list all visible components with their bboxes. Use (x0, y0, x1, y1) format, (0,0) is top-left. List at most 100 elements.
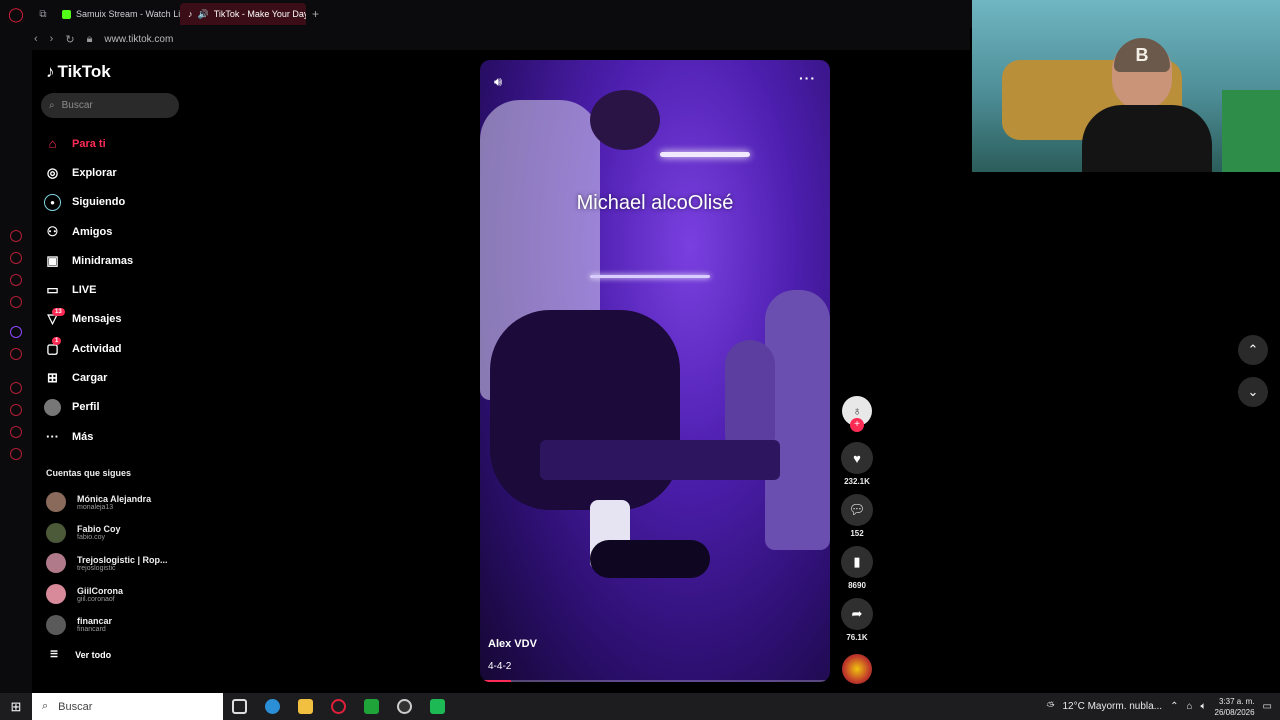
creator-avatar[interactable]: ♁ + (842, 396, 872, 432)
store-icon[interactable] (421, 693, 454, 720)
follow-plus-icon[interactable]: + (850, 418, 864, 432)
search-icon: ⌕ (49, 100, 55, 111)
sidebar-item-label: Actividad (72, 342, 122, 355)
xbox-icon[interactable] (355, 693, 388, 720)
music-disc-icon[interactable] (842, 654, 872, 684)
comment-button[interactable]: 💬︎ (841, 494, 873, 526)
sidebar-item-label: Mensajes (72, 313, 122, 326)
video-player[interactable]: 🔊︎ ··· Michael alcoOlisé Alex VDV 4-4-2 (480, 60, 830, 682)
profile-icon (44, 398, 61, 416)
video-author[interactable]: Alex VDV (488, 638, 537, 650)
see-all-link[interactable]: ☰ Ver todo (50, 649, 111, 660)
url-text[interactable]: www.tiktok.com (104, 34, 173, 45)
next-video-button[interactable]: ⌄ (1238, 377, 1268, 407)
sidebar-item-perfil[interactable]: Perfil (44, 393, 133, 422)
volume-icon[interactable]: 🔈︎ (1201, 701, 1207, 712)
sidebar-item-cargar[interactable]: ⊞ Cargar (44, 363, 133, 392)
sidebar-item-para-ti[interactable]: ⌂ Para ti (44, 129, 133, 158)
account-handle: giil.coronaof (77, 595, 115, 603)
list-item[interactable]: Mónica Alejandra monaleja13 (46, 487, 173, 518)
file-explorer-icon[interactable] (289, 693, 322, 720)
avatar (46, 553, 66, 574)
save-button[interactable]: ▮ (841, 546, 873, 578)
sidebar-item-label: Para ti (72, 137, 106, 150)
sidebar-item-amigos[interactable]: ⚇ Amigos (44, 217, 133, 246)
sidebar: ♪ TikTok ⌕ Buscar ⌂ Para ti ◎ Explorar ●… (32, 50, 192, 693)
more-options-icon[interactable]: ··· (799, 70, 816, 86)
clock[interactable]: 3:37 a. m. 26/08/2026 (1215, 696, 1255, 718)
workspace-icon[interactable]: ⧉ (32, 0, 54, 28)
chevron-up-icon[interactable]: ⌃ (1170, 701, 1178, 712)
sidebar-item-actividad[interactable]: ▢ 1 Actividad (44, 334, 133, 363)
tab-label: TikTok - Make Your Day (213, 9, 306, 19)
network-icon[interactable]: ⌂ (1186, 701, 1192, 712)
shirt-shape (1082, 105, 1212, 172)
weather-icon[interactable]: ⛅︎ (1046, 701, 1054, 712)
settings-icon[interactable] (10, 448, 22, 460)
edge-icon[interactable] (256, 693, 289, 720)
live-icon: ▭ (46, 282, 59, 298)
account-handle: trejoslogistic (77, 564, 116, 572)
sidebar-item-label: LIVE (72, 284, 97, 297)
search-input[interactable]: ⌕ Buscar (41, 93, 179, 118)
back-icon[interactable]: ‹ (34, 33, 38, 45)
list-item[interactable]: Trejoslogistic | Rop... trejoslogistic (46, 548, 173, 579)
sidebar-item-siguiendo[interactable]: ● Siguiendo (44, 188, 133, 217)
sidebar-item-label: Más (72, 430, 94, 443)
share-button[interactable]: ➦ (841, 598, 873, 630)
sidebar-item-mensajes[interactable]: ▽ 13 Mensajes (44, 305, 133, 334)
opera-icon[interactable]: ◯ (0, 0, 32, 28)
sidebar-item-minidramas[interactable]: ▣ Minidramas (44, 246, 133, 275)
heart-icon: ♥ (853, 450, 861, 466)
sidebar-item-explorar[interactable]: ◎ Explorar (44, 158, 133, 187)
like-button[interactable]: ♥ (841, 442, 873, 474)
see-all-label: Ver todo (75, 649, 112, 660)
volume-icon[interactable]: 🔊︎ (494, 74, 502, 90)
neon-light (660, 152, 750, 157)
following-icon: ● (44, 193, 61, 211)
previous-video-button[interactable]: ⌃ (1238, 335, 1268, 365)
bag-icon[interactable] (10, 252, 22, 264)
instagram-icon[interactable] (10, 296, 22, 308)
taskbar-search-input[interactable]: ⌕ Buscar (32, 693, 223, 720)
tiktok-logo[interactable]: ♪ TikTok (46, 62, 111, 82)
account-name: Trejoslogistic | Rop... (77, 554, 168, 565)
account-handle: monaleja13 (77, 503, 114, 511)
obs-icon[interactable] (388, 693, 421, 720)
chair-shape (1222, 90, 1280, 172)
sidebar-item-label: Amigos (72, 225, 113, 238)
friends-icon: ⚇ (46, 223, 59, 239)
neon-light (590, 275, 710, 278)
chevron-down-icon: ⌄ (1247, 384, 1259, 399)
like-count: 232.1K (844, 477, 870, 486)
task-view-icon[interactable] (223, 693, 256, 720)
clock-icon[interactable] (10, 404, 22, 416)
windows-start-icon[interactable]: ⊞ (0, 693, 32, 720)
history-icon[interactable] (10, 230, 22, 242)
notification-icon[interactable]: ▭ (1263, 701, 1272, 712)
sidebar-item-mas[interactable]: ··· Más (44, 422, 133, 451)
tab-samuix[interactable]: Samuix Stream - Watch Live (54, 3, 180, 25)
shoe-shape (590, 540, 710, 578)
address-bar: ‹ › ↻ 🔒︎ www.tiktok.com (0, 28, 970, 50)
twitch-icon[interactable] (10, 326, 22, 338)
forward-icon[interactable]: › (50, 33, 54, 45)
messenger-icon[interactable] (10, 274, 22, 286)
reload-icon[interactable]: ↻ (65, 33, 74, 46)
list-item[interactable]: GiilCorona giil.coronaof (46, 579, 173, 610)
new-tab-button[interactable]: + (306, 7, 325, 21)
sidebar-item-live[interactable]: ▭ LIVE (44, 275, 133, 304)
list-item[interactable]: Fabio Coy fabio.coy (46, 518, 173, 549)
opera-gx-icon[interactable] (322, 693, 355, 720)
box-icon[interactable] (10, 426, 22, 438)
player-icon[interactable] (10, 382, 22, 394)
sidebar-item-label: Cargar (72, 372, 108, 385)
tab-tiktok[interactable]: ♪ 🔊 TikTok - Make Your Day (180, 3, 306, 25)
list-item[interactable]: financar financard (46, 609, 173, 640)
weather-text[interactable]: 12°C Mayorm. nubla... (1062, 701, 1162, 712)
percent-icon[interactable] (10, 348, 22, 360)
search-icon: ⌕ (42, 700, 49, 712)
browser-side-rail (0, 50, 32, 693)
video-progress-bar[interactable] (484, 680, 826, 682)
tiktok-icon: ♪ (188, 9, 193, 19)
